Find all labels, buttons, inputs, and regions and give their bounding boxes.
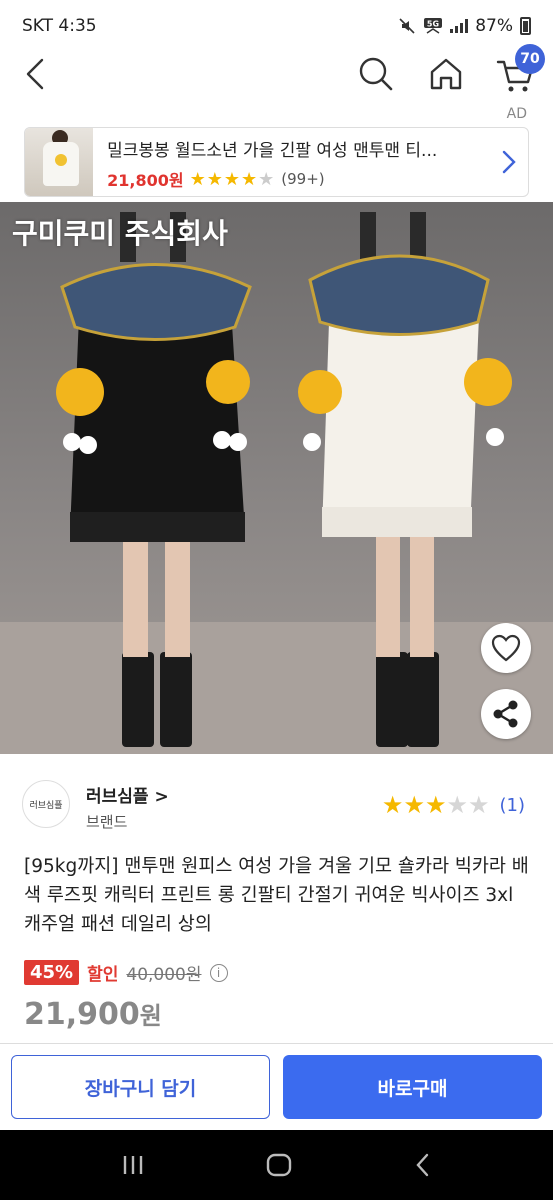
system-back-icon[interactable] — [413, 1153, 433, 1177]
rating-stars: ★★★★★ — [381, 791, 490, 819]
wishlist-button[interactable] — [481, 623, 531, 673]
discount-badge: 45% — [24, 960, 80, 985]
sale-price: 21,900원 — [24, 997, 162, 1032]
mute-icon — [399, 18, 415, 34]
image-watermark: 구미쿠미 주식회사 — [12, 217, 228, 250]
share-button[interactable] — [481, 689, 531, 739]
info-icon[interactable]: i — [209, 963, 228, 982]
original-price: 40,000원 — [126, 965, 202, 985]
product-title: [95kg까지] 맨투맨 원피스 여성 가을 겨울 기모 숄카라 빅카라 배색 … — [24, 856, 529, 935]
ad-title: 밀크봉봉 월드소년 가을 긴팔 여성 맨투맨 티... — [107, 141, 438, 161]
store-name-link[interactable]: 러브심플 > — [86, 782, 169, 807]
ad-review-count: (99+) — [281, 170, 325, 188]
system-nav-bar — [0, 1130, 553, 1200]
product-rating[interactable]: ★★★★★ (1) — [382, 791, 525, 819]
product-page: SKT 4:35 5G 87% 70 AD 밀크봉봉 월드소년 가을 긴팔 여성… — [0, 0, 553, 1200]
store-type: 브랜드 — [86, 813, 128, 831]
signal-icon — [450, 19, 469, 33]
battery-text: 87% — [475, 16, 513, 36]
cart-count-badge: 70 — [515, 44, 545, 74]
ad-price: 21,800원 — [107, 171, 184, 190]
home-icon[interactable] — [424, 52, 468, 96]
share-icon — [493, 700, 518, 728]
ad-label: AD — [506, 106, 527, 122]
home-button-icon[interactable] — [266, 1152, 292, 1178]
discount-row: 45% 할인 40,000원 i — [24, 960, 228, 985]
status-bar: SKT 4:35 5G 87% — [0, 0, 553, 52]
search-icon[interactable] — [354, 52, 398, 96]
svg-text:5G: 5G — [427, 20, 439, 29]
status-time: SKT 4:35 — [22, 16, 97, 36]
divider — [0, 1043, 553, 1044]
app-bar — [0, 52, 553, 96]
ad-banner[interactable]: 밀크봉봉 월드소년 가을 긴팔 여성 맨투맨 티... 21,800원 ★★★★… — [24, 127, 529, 197]
ad-rating-stars: ★★★★★ — [189, 168, 276, 190]
discount-label: 할인 — [87, 965, 119, 985]
product-photo-illustration — [0, 212, 553, 754]
wifi-5g-icon: 5G — [424, 18, 443, 34]
battery-icon — [520, 17, 531, 35]
recent-apps-icon[interactable] — [120, 1154, 146, 1176]
buy-now-button[interactable]: 바로구매 — [283, 1055, 542, 1119]
chevron-right-icon — [502, 150, 516, 174]
ad-thumbnail — [25, 128, 94, 196]
rating-count: (1) — [499, 794, 526, 816]
heart-icon — [491, 634, 521, 662]
back-arrow-icon[interactable] — [18, 54, 54, 94]
add-to-cart-button[interactable]: 장바구니 담기 — [11, 1055, 270, 1119]
store-logo[interactable]: 러브심플 — [22, 780, 70, 828]
product-image[interactable]: 구미쿠미 주식회사 — [0, 202, 553, 754]
chevron-right-icon: > — [148, 787, 169, 807]
